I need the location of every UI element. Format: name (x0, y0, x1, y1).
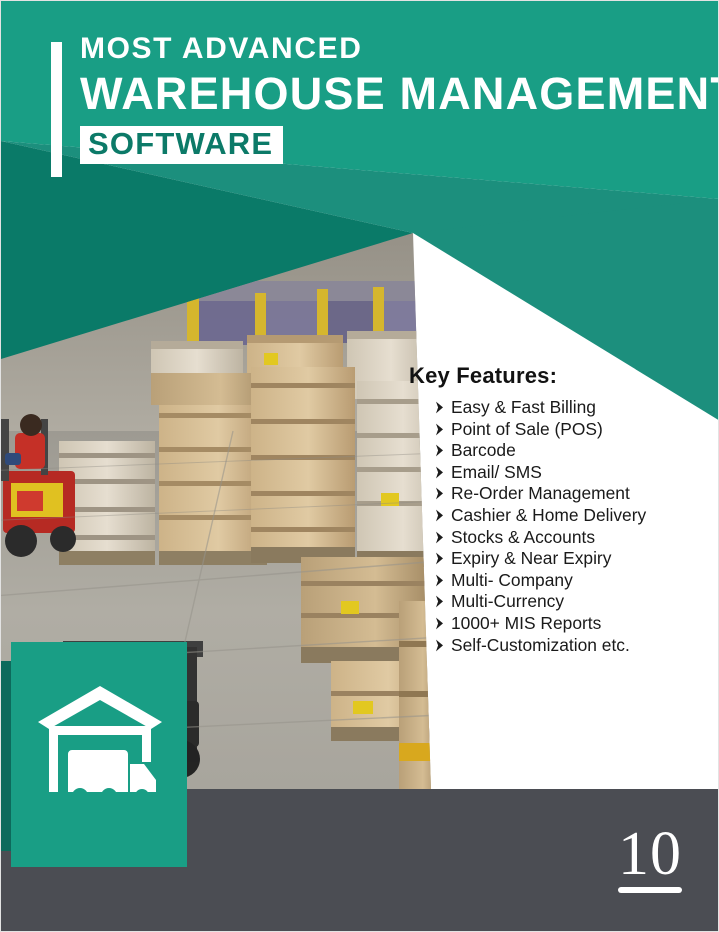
list-item-label: Cashier & Home Delivery (451, 504, 647, 525)
logo-badge (11, 642, 187, 867)
arrow-bullet-icon (436, 466, 443, 479)
arrow-bullet-icon (436, 509, 443, 522)
list-item-label: Stocks & Accounts (451, 526, 596, 547)
title-lines: MOST ADVANCED WAREHOUSE MANAGEMENT SOFTW… (80, 29, 719, 164)
arrow-bullet-icon (436, 531, 443, 543)
list-item-label: Multi- Company (451, 569, 573, 590)
list-item: Easy & Fast Billing (435, 397, 709, 419)
arrow-bullet-icon (436, 552, 443, 565)
list-item: Barcode (435, 440, 709, 462)
list-item: Re-Order Management (435, 483, 709, 505)
list-item: Cashier & Home Delivery (435, 505, 709, 527)
list-item: Multi- Company (435, 570, 709, 592)
list-item-label: Expiry & Near Expiry (451, 548, 612, 569)
arrow-bullet-icon (436, 401, 443, 414)
list-item: Multi-Currency (435, 591, 709, 613)
features-title: Key Features: (409, 363, 558, 388)
arrow-bullet-icon (436, 617, 443, 630)
list-item-label: Easy & Fast Billing (451, 397, 596, 417)
features-list: Easy & Fast Billing Point of Sale (POS) … (409, 397, 709, 656)
arrow-bullet-icon (436, 444, 443, 457)
arrow-bullet-icon (436, 574, 443, 587)
title-line-3-highlight: SOFTWARE (80, 126, 284, 164)
key-features-panel: Key Features: Easy & Fast Billing Point … (409, 363, 709, 656)
title-line-3: SOFTWARE (88, 126, 274, 162)
page-number: 10 (618, 819, 682, 888)
arrow-bullet-icon (436, 487, 443, 500)
list-item: 1000+ MIS Reports (435, 613, 709, 635)
list-item: Self-Customization etc. (435, 635, 709, 657)
list-item: Expiry & Near Expiry (435, 548, 709, 570)
title-line-1: MOST ADVANCED (80, 32, 363, 65)
warehouse-truck-icon (38, 686, 162, 792)
accent-bar (51, 42, 62, 177)
poster-page: MOST ADVANCED WAREHOUSE MANAGEMENT SOFTW… (0, 0, 719, 932)
list-item-label: Barcode (451, 440, 516, 461)
list-item: Point of Sale (POS) (435, 419, 709, 441)
list-item-label: Multi-Currency (451, 591, 565, 612)
list-item-label: Re-Order Management (451, 483, 630, 504)
arrow-bullet-icon (436, 423, 443, 435)
list-item-label: Email/ SMS (451, 461, 542, 482)
page-number-block: 10 (618, 819, 682, 893)
list-item-label: 1000+ MIS Reports (451, 612, 602, 633)
list-item-label: Self-Customization etc. (451, 634, 630, 655)
list-item-label: Point of Sale (POS) (451, 418, 603, 439)
list-item: Email/ SMS (435, 462, 709, 484)
title-line-2: WAREHOUSE MANAGEMENT (80, 67, 719, 119)
arrow-bullet-icon (436, 639, 443, 651)
list-item: Stocks & Accounts (435, 527, 709, 549)
arrow-bullet-icon (436, 595, 443, 608)
